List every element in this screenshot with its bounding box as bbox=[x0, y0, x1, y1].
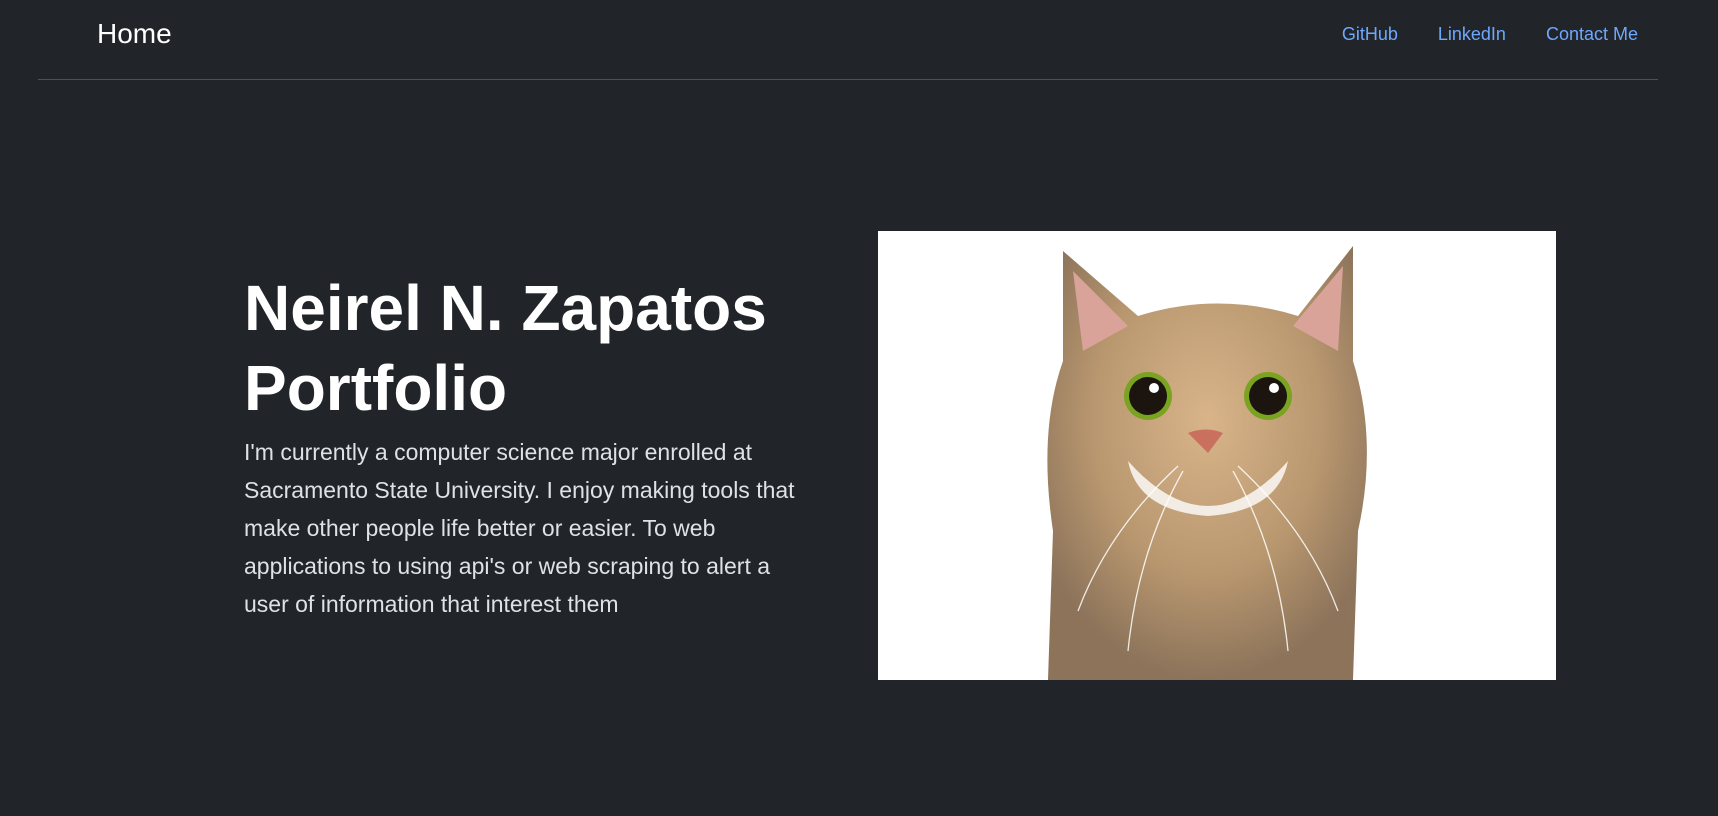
intro-line: I'm currently a computer science major e… bbox=[244, 439, 753, 465]
title-line: Neirel N. Zapatos bbox=[244, 272, 767, 344]
intro-line: Sacramento State University. I enjoy mak… bbox=[244, 477, 795, 503]
intro-line: user of information that interest them bbox=[244, 591, 619, 617]
intro-line: make other people life better or easier.… bbox=[244, 515, 716, 541]
intro-line: applications to using api's or web scrap… bbox=[244, 553, 771, 579]
intro-paragraph: I'm currently a computer science major e… bbox=[244, 433, 795, 623]
contact-me-link[interactable]: Contact Me bbox=[1546, 24, 1638, 45]
title-line: Portfolio bbox=[244, 352, 508, 424]
home-link[interactable]: Home bbox=[97, 18, 172, 50]
navbar-divider bbox=[38, 79, 1658, 80]
page-title: Neirel N. Zapatos Portfolio bbox=[244, 268, 767, 428]
linkedin-link[interactable]: LinkedIn bbox=[1438, 24, 1506, 45]
cat-photo bbox=[878, 231, 1556, 680]
github-link[interactable]: GitHub bbox=[1342, 24, 1398, 45]
navbar-links: GitHub LinkedIn Contact Me bbox=[1342, 24, 1638, 45]
